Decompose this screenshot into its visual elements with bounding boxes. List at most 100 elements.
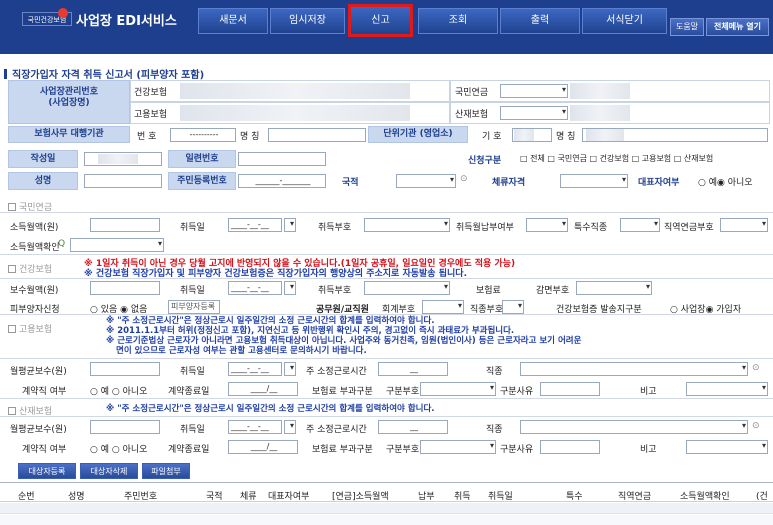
col-job-pension: 직역연금 xyxy=(618,492,652,502)
masked-employment-number xyxy=(180,105,410,121)
accident-job-select[interactable] xyxy=(520,420,748,434)
nav-report-button[interactable]: 신고 xyxy=(348,4,413,37)
pension-income-input[interactable] xyxy=(90,218,160,232)
col-health: (건 xyxy=(756,492,768,502)
pension-select[interactable] xyxy=(500,84,568,98)
agency-name-label: 명 칭 xyxy=(240,132,260,142)
health-reduce-label: 감면부호 xyxy=(536,286,570,296)
rep-radio[interactable]: ○ 예◉ 아니오 xyxy=(698,175,753,188)
levy-code-select[interactable] xyxy=(420,382,496,396)
health-acq-date-input[interactable]: ____-__-__ xyxy=(228,281,282,295)
accident-reason-label: 구분사유 xyxy=(500,445,534,455)
accident-reason-input[interactable] xyxy=(540,440,600,454)
employment-wage-input[interactable] xyxy=(90,362,160,376)
accident-select[interactable] xyxy=(500,106,568,120)
note-label: 비고 xyxy=(640,387,657,397)
nav-close-form-button[interactable]: 서식닫기 xyxy=(582,8,667,34)
agency-number-label: 번 호 xyxy=(137,132,157,142)
employment-note-2: ※ 2011.1.1부터 허위(정정신고 포함), 지연신고 등 위반행위 확인… xyxy=(106,326,515,336)
nav-print-button[interactable]: 출력 xyxy=(500,8,580,34)
accident-note-select[interactable] xyxy=(686,440,768,454)
accident-levy-label: 보험료 부과구분 xyxy=(312,445,373,455)
accident-end-input[interactable]: ____/__ xyxy=(228,440,298,454)
accident-wage-input[interactable] xyxy=(90,420,160,434)
serial-label: 일련번호 xyxy=(168,150,236,168)
search-icon[interactable]: Q xyxy=(58,239,65,249)
table-row xyxy=(0,515,773,525)
pension-job-code-select[interactable] xyxy=(720,218,768,232)
accident-label: 산재보험 xyxy=(455,110,489,120)
delete-target-button[interactable]: 대상자삭제 xyxy=(80,463,138,479)
account-select[interactable] xyxy=(422,300,464,314)
health-pay-input[interactable] xyxy=(90,281,160,295)
col-rep: 대표자여부 xyxy=(268,492,310,502)
col-income-confirm: 소득월액확인 xyxy=(680,492,730,502)
levy-reason-input[interactable] xyxy=(540,382,600,396)
accident-acq-date-input[interactable]: ____-__-__ xyxy=(228,420,282,434)
health-acq-code-select[interactable] xyxy=(364,281,450,295)
accident-job-label: 직종 xyxy=(486,425,503,435)
pension-acq-date-input[interactable]: ____-__-__ xyxy=(228,218,282,232)
help-button[interactable]: 도움말 xyxy=(670,18,704,36)
all-menu-button[interactable]: 전체메뉴 열기 xyxy=(706,18,769,36)
accident-end-label: 계약종료일 xyxy=(168,445,210,455)
serial-input[interactable] xyxy=(238,152,326,166)
col-acq: 취득 xyxy=(454,492,471,502)
employment-note-3: ※ 근로기준법상 근로자가 아니라면 고용보험 취득대상이 아닙니다. 사업주와… xyxy=(106,336,582,346)
apply-type-label: 신청구분 xyxy=(468,156,502,166)
levy-label: 보험료 부과구분 xyxy=(312,387,373,397)
pension-pay-select[interactable] xyxy=(526,218,568,232)
health-insurance-label: 건강보험 xyxy=(134,88,168,98)
employment-job-select[interactable] xyxy=(520,362,748,376)
pension-special-select[interactable] xyxy=(620,218,660,232)
contract-label: 계약직 여부 xyxy=(22,387,67,397)
search-icon[interactable]: ⊙ xyxy=(752,421,760,431)
income-confirm-select[interactable] xyxy=(70,238,164,252)
agency-name-input[interactable] xyxy=(268,128,366,142)
nav-inquiry-button[interactable]: 조회 xyxy=(418,8,498,34)
stay-select[interactable] xyxy=(560,174,628,188)
agency-number-input[interactable]: ---------- xyxy=(170,128,236,142)
dependent-register-button[interactable]: 피부양자등록 xyxy=(168,300,220,314)
page-title: 직장가입자 자격 취득 신고서 (피부양자 포함) xyxy=(4,66,204,81)
employment-hours-input[interactable]: __ xyxy=(378,362,448,376)
pension-special-label: 특수직종 xyxy=(574,223,608,233)
contract-radio[interactable]: ○ 예 ○ 아니오 xyxy=(90,384,147,397)
nav-temp-save-button[interactable]: 임시저장 xyxy=(270,8,345,34)
accident-acq-date-label: 취득일 xyxy=(180,425,205,435)
pension-acq-code-select[interactable] xyxy=(364,218,450,232)
income-confirm-label: 소득월액확인 xyxy=(10,243,60,253)
table-row xyxy=(0,503,773,514)
accident-hours-label: 주 소정근로시간 xyxy=(306,425,367,435)
apply-options[interactable]: □ 전체 □ 국민연금 □ 건강보험 □ 고용보험 □ 산재보험 xyxy=(520,153,713,164)
accident-contract-radio[interactable]: ○ 예 ○ 아니오 xyxy=(90,442,147,455)
contract-end-label: 계약종료일 xyxy=(168,387,210,397)
search-icon[interactable]: ⊙ xyxy=(460,174,468,184)
register-target-button[interactable]: 대상자등록 xyxy=(18,463,76,479)
attach-file-button[interactable]: 파일첨부 xyxy=(142,463,190,479)
agency-label: 보험사무 대행기관 xyxy=(8,126,130,143)
accident-hours-input[interactable]: __ xyxy=(378,420,448,434)
search-icon[interactable]: ⊙ xyxy=(752,363,760,373)
accident-note-label: 비고 xyxy=(640,445,657,455)
employment-section-checkbox[interactable]: 고용보험 xyxy=(8,322,52,335)
contract-end-input[interactable]: ____/__ xyxy=(228,382,298,396)
name-input[interactable] xyxy=(84,174,162,188)
unit-name-label: 명 칭 xyxy=(556,132,576,142)
job-code-select[interactable] xyxy=(502,300,524,314)
nation-select[interactable] xyxy=(396,174,456,188)
health-section-checkbox[interactable]: 건강보험 xyxy=(8,262,52,275)
pension-job-code-label: 직역연금부호 xyxy=(664,223,714,233)
nav-new-document-button[interactable]: 새문서 xyxy=(198,8,268,34)
rrn-label: 주민등록번호 xyxy=(168,172,236,190)
pension-pay-label: 취득월납부여부 xyxy=(456,223,514,233)
col-name: 성명 xyxy=(68,492,85,502)
note-select[interactable] xyxy=(686,382,768,396)
biz-number-label: 사업장관리번호 (사업장명) xyxy=(8,80,130,124)
employment-insurance-label: 고용보험 xyxy=(134,110,168,120)
employment-acq-date-input[interactable]: ____-__-__ xyxy=(228,362,282,376)
health-reduce-select[interactable] xyxy=(576,281,652,295)
accident-code-select[interactable] xyxy=(420,440,496,454)
rep-label: 대표자여부 xyxy=(638,178,680,188)
rrn-input[interactable]: ______-_______ xyxy=(238,174,326,188)
